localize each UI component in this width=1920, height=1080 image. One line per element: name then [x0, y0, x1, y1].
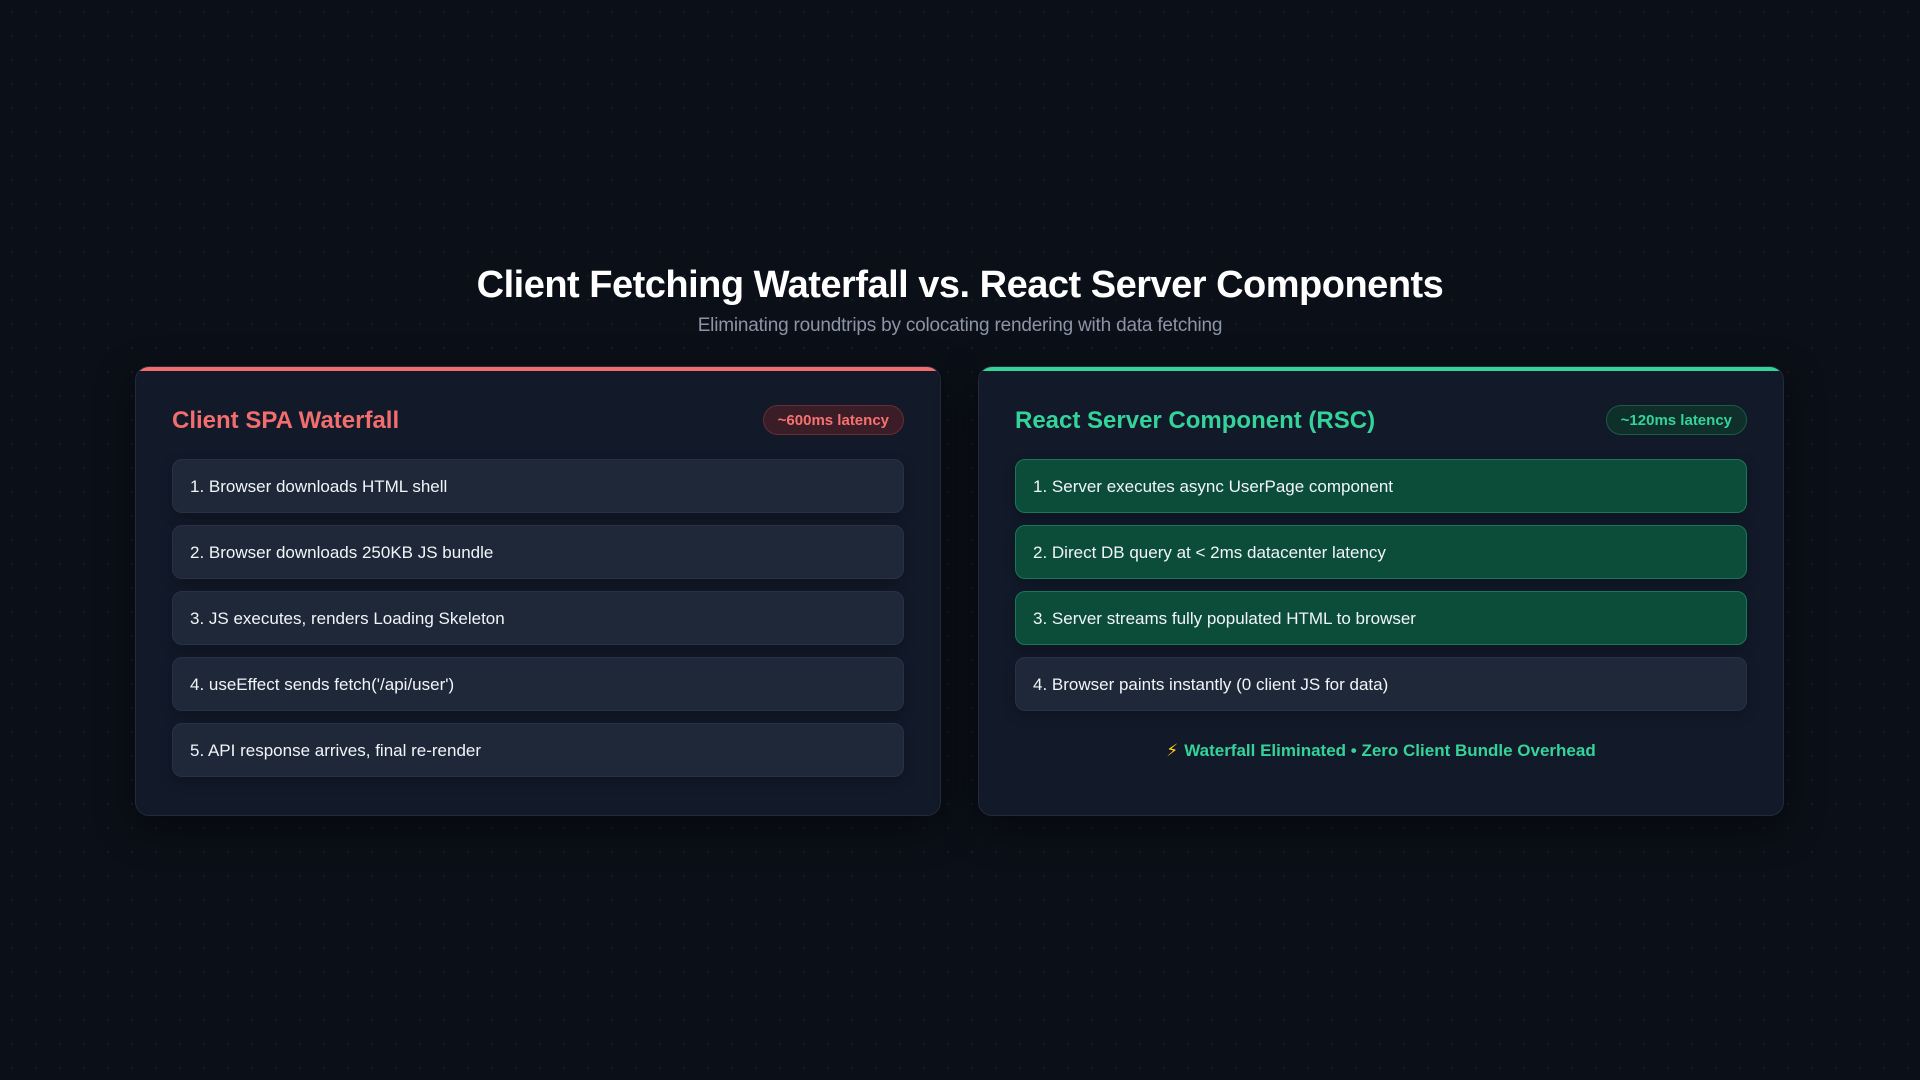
summary-note-text: Waterfall Eliminated • Zero Client Bundl…	[1184, 741, 1596, 760]
panel-header: Client SPA Waterfall ~600ms latency	[172, 405, 904, 437]
rsc-panel: React Server Component (RSC) ~120ms late…	[978, 366, 1784, 816]
step-list: 1. Browser downloads HTML shell 2. Brows…	[172, 459, 904, 789]
latency-badge: ~600ms latency	[762, 405, 904, 435]
step-list: 1. Server executes async UserPage compon…	[1015, 459, 1747, 723]
step-item: 4. Browser paints instantly (0 client JS…	[1015, 657, 1747, 711]
panel-title: React Server Component (RSC)	[1015, 407, 1376, 434]
step-item: 1. Browser downloads HTML shell	[172, 459, 904, 513]
step-item: 4. useEffect sends fetch('/api/user')	[172, 657, 904, 711]
panel-accent-bar	[136, 367, 940, 371]
summary-note: ⚡ Waterfall Eliminated • Zero Client Bund…	[979, 740, 1783, 762]
latency-badge: ~120ms latency	[1605, 405, 1747, 435]
step-item: 1. Server executes async UserPage compon…	[1015, 459, 1747, 513]
slide-canvas: { "header": { "title": "Client Fetching …	[0, 0, 1920, 1080]
step-item: 3. JS executes, renders Loading Skeleton	[172, 591, 904, 645]
panel-title: Client SPA Waterfall	[172, 407, 400, 434]
step-item: 5. API response arrives, final re-render	[172, 723, 904, 777]
client-spa-panel: Client SPA Waterfall ~600ms latency 1. B…	[135, 366, 941, 816]
step-item: 2. Browser downloads 250KB JS bundle	[172, 525, 904, 579]
header: Client Fetching Waterfall vs. React Serv…	[0, 262, 1920, 338]
panel-header: React Server Component (RSC) ~120ms late…	[1015, 405, 1747, 437]
lightning-bolt-icon: ⚡	[1166, 741, 1179, 760]
page-title: Client Fetching Waterfall vs. React Serv…	[476, 264, 1444, 306]
panel-accent-bar	[979, 367, 1783, 371]
step-item: 2. Direct DB query at < 2ms datacenter l…	[1015, 525, 1747, 579]
step-item: 3. Server streams fully populated HTML t…	[1015, 591, 1747, 645]
page-subtitle: Eliminating roundtrips by colocating ren…	[697, 315, 1223, 336]
